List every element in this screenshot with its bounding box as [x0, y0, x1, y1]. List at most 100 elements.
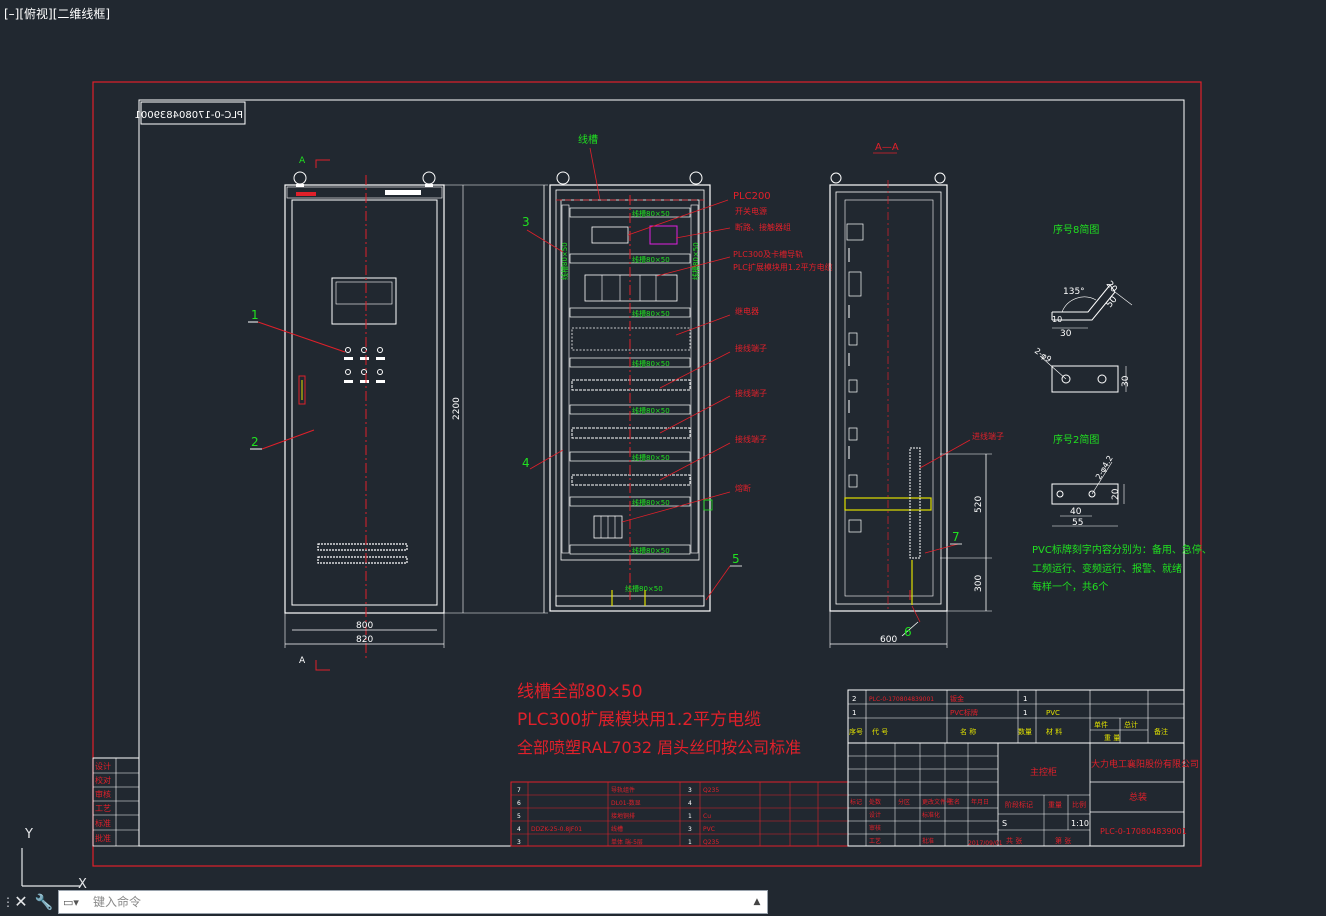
- section-title: A—A: [875, 142, 899, 153]
- bom-h-mat: 材 料: [1046, 727, 1062, 736]
- technical-notes: 线槽全部80×50 PLC300扩展模块用1.2平方电缆 全部喷塑RAL7032…: [517, 682, 801, 757]
- stage-label: 阶段标记: [1005, 800, 1033, 809]
- duct-label-6: 线槽80×50: [632, 453, 670, 462]
- ann-plc-ext: PLC扩展模块用1.2平方电缆: [733, 262, 833, 272]
- command-prompt-icon[interactable]: ▭▾: [63, 895, 89, 911]
- ann-terminal-2: 接线端子: [735, 388, 767, 398]
- bom-h-remark: 备注: [1154, 727, 1168, 736]
- side-role-2: 审核: [95, 789, 111, 799]
- bom-left-cell-qty: 4: [688, 800, 692, 807]
- bom-r2-qty: 1: [1023, 695, 1027, 703]
- side-role-4: 标准: [95, 818, 111, 828]
- bom-left-cell-qty: 1: [688, 813, 692, 820]
- bom-left-table: 7 导轨组件 3 Q235 6 DL01-数显 4 5 接地铜排 1 Cu 4 DDZK-25-0.8J…: [510, 781, 849, 847]
- sign-label-0: 标记: [850, 798, 862, 806]
- section-view: A—A 进线端子 7 6 520 300 600: [829, 142, 1004, 648]
- bom-r2-no: 2: [852, 695, 856, 703]
- bom-h-no: 序号: [849, 727, 863, 736]
- callout-7: 7: [952, 530, 960, 544]
- ann-inlet-terminal: 进线端子: [972, 431, 1004, 441]
- bom-h-total: 总计: [1124, 720, 1138, 729]
- note-line1: 线槽全部80×50: [517, 682, 643, 702]
- detail-1-title: 序号8简图: [1053, 223, 1099, 236]
- bom-left-cell-mat: Q235: [703, 839, 719, 846]
- detail-1-angle: 135°: [1063, 287, 1085, 297]
- ann-switch-psu: 开关电源: [735, 206, 767, 216]
- bom-h-qty: 数量: [1018, 727, 1032, 736]
- internal-title: 线槽: [578, 133, 598, 146]
- bom-h-name: 名 称: [960, 727, 976, 736]
- command-input[interactable]: [93, 892, 743, 912]
- ann-breaker: 断路、接触器组: [735, 222, 791, 232]
- detail-1-holes: 2-φ9: [1033, 346, 1053, 364]
- bom-r1-name: PVC标牌: [950, 708, 978, 717]
- duct-label-bottom: 线槽80×50: [625, 584, 663, 593]
- bom-left-cell-code: DDZK-25-0.8JF01: [531, 826, 582, 833]
- pvc-note-line1: PVC标牌刻字内容分别为：备用、急停、: [1032, 543, 1212, 556]
- bom-r1-no: 1: [852, 709, 856, 717]
- bom-left-cell-qty: 3: [688, 787, 692, 794]
- role-1: 审核: [869, 824, 881, 832]
- role-2: 工艺: [869, 837, 881, 845]
- ucs-y-label: Y: [24, 827, 33, 842]
- drawing-canvas[interactable]: PLC-0-170804839001 A A 1 2 2200 800 820 …: [0, 0, 1326, 916]
- title-date: 2017/09/01: [968, 840, 1003, 847]
- title-block: 2 PLC-0-170804839001 钣金 1 1 PVC标牌 1 PVC …: [847, 689, 1199, 847]
- ann-plc300: PLC300及卡槽导轨: [733, 249, 803, 259]
- bom-left-cell-name: DL01-数显: [611, 799, 641, 807]
- side-duct-label-right: 线槽80×50: [691, 242, 700, 280]
- command-line-bar: ⋮ ✕ 🔧 ▭▾ ▲: [0, 888, 770, 916]
- bom-left-cell-no: 4: [517, 826, 521, 833]
- drawing-name: 主控柜: [1030, 766, 1057, 778]
- bom-left-cell-name: 接地铜排: [611, 812, 635, 820]
- detail-1-d10: 10: [1052, 315, 1062, 324]
- bom-left-cell-qty: 1: [688, 839, 692, 846]
- callout-6: 6: [904, 625, 912, 639]
- bom-left-cell-no: 5: [517, 813, 521, 820]
- company-name: 大力电工襄阳股份有限公司: [1091, 758, 1199, 770]
- duct-label-8: 线槽80×50: [632, 546, 670, 555]
- ann-relay: 继电器: [735, 306, 759, 316]
- sheet-total: 共 张: [1006, 836, 1022, 845]
- bom-left-cell-no: 7: [517, 787, 521, 794]
- section-mark-bottom: A: [299, 656, 306, 666]
- dim-600: 600: [880, 635, 897, 645]
- detail-1: 序号8简图 135° 10 30 20 50 2-φ9 30: [1033, 223, 1133, 393]
- weight-label: 重量: [1048, 801, 1062, 809]
- bom-h-code: 代 号: [872, 727, 888, 736]
- side-role-3: 工艺: [95, 804, 111, 813]
- detail-1-d50: 50: [1105, 295, 1120, 310]
- command-input-box[interactable]: ▭▾ ▲: [58, 890, 768, 914]
- detail-2-title: 序号2简图: [1053, 433, 1099, 446]
- dim-outer-width: 820: [356, 635, 373, 645]
- side-role-1: 校对: [95, 775, 111, 785]
- bom-left-cell-name: 线槽: [611, 825, 623, 833]
- drawing-code-text: PLC-0-170804839001: [134, 110, 243, 121]
- callout-5: 5: [732, 552, 740, 566]
- bom-left-cell-mat: Q235: [703, 787, 719, 794]
- grip-handle-icon[interactable]: ⋮: [2, 894, 14, 910]
- drawing-code-box: PLC-0-170804839001: [134, 101, 246, 125]
- wrench-icon[interactable]: 🔧: [34, 892, 54, 912]
- dim-height: 2200: [452, 397, 462, 420]
- close-icon[interactable]: ✕: [12, 892, 30, 912]
- bom-h-weight: 重 量: [1104, 734, 1120, 742]
- bom-h-unit: 单件: [1094, 720, 1108, 729]
- detail-1-d30: 30: [1060, 329, 1072, 339]
- detail-2-holes: 2-φ4.2: [1094, 454, 1115, 481]
- duct-label-1: 线槽80×50: [632, 209, 670, 218]
- sign-label-1: 处数: [869, 798, 881, 806]
- pvc-note-line3: 每样一个，共6个: [1032, 580, 1108, 593]
- side-role-5: 批准: [95, 833, 111, 843]
- note-line3: 全部喷塑RAL7032 眉头丝印按公司标准: [517, 738, 801, 757]
- bom-r2-name: 钣金: [950, 694, 964, 703]
- dim-520: 520: [974, 496, 984, 513]
- ann-terminal-3: 接线端子: [735, 434, 767, 444]
- duct-label-5: 线槽80×50: [632, 406, 670, 415]
- recent-commands-arrow-icon[interactable]: ▲: [751, 895, 763, 909]
- role-3: 标准化: [922, 811, 940, 819]
- detail-1-d30b: 30: [1121, 375, 1131, 387]
- duct-label-4: 线槽80×50: [632, 359, 670, 368]
- side-sign-table: 设计 校对 审核 工艺 标准 批准: [92, 757, 140, 847]
- bom-left-cell-name: 单体 端-5层: [611, 838, 643, 846]
